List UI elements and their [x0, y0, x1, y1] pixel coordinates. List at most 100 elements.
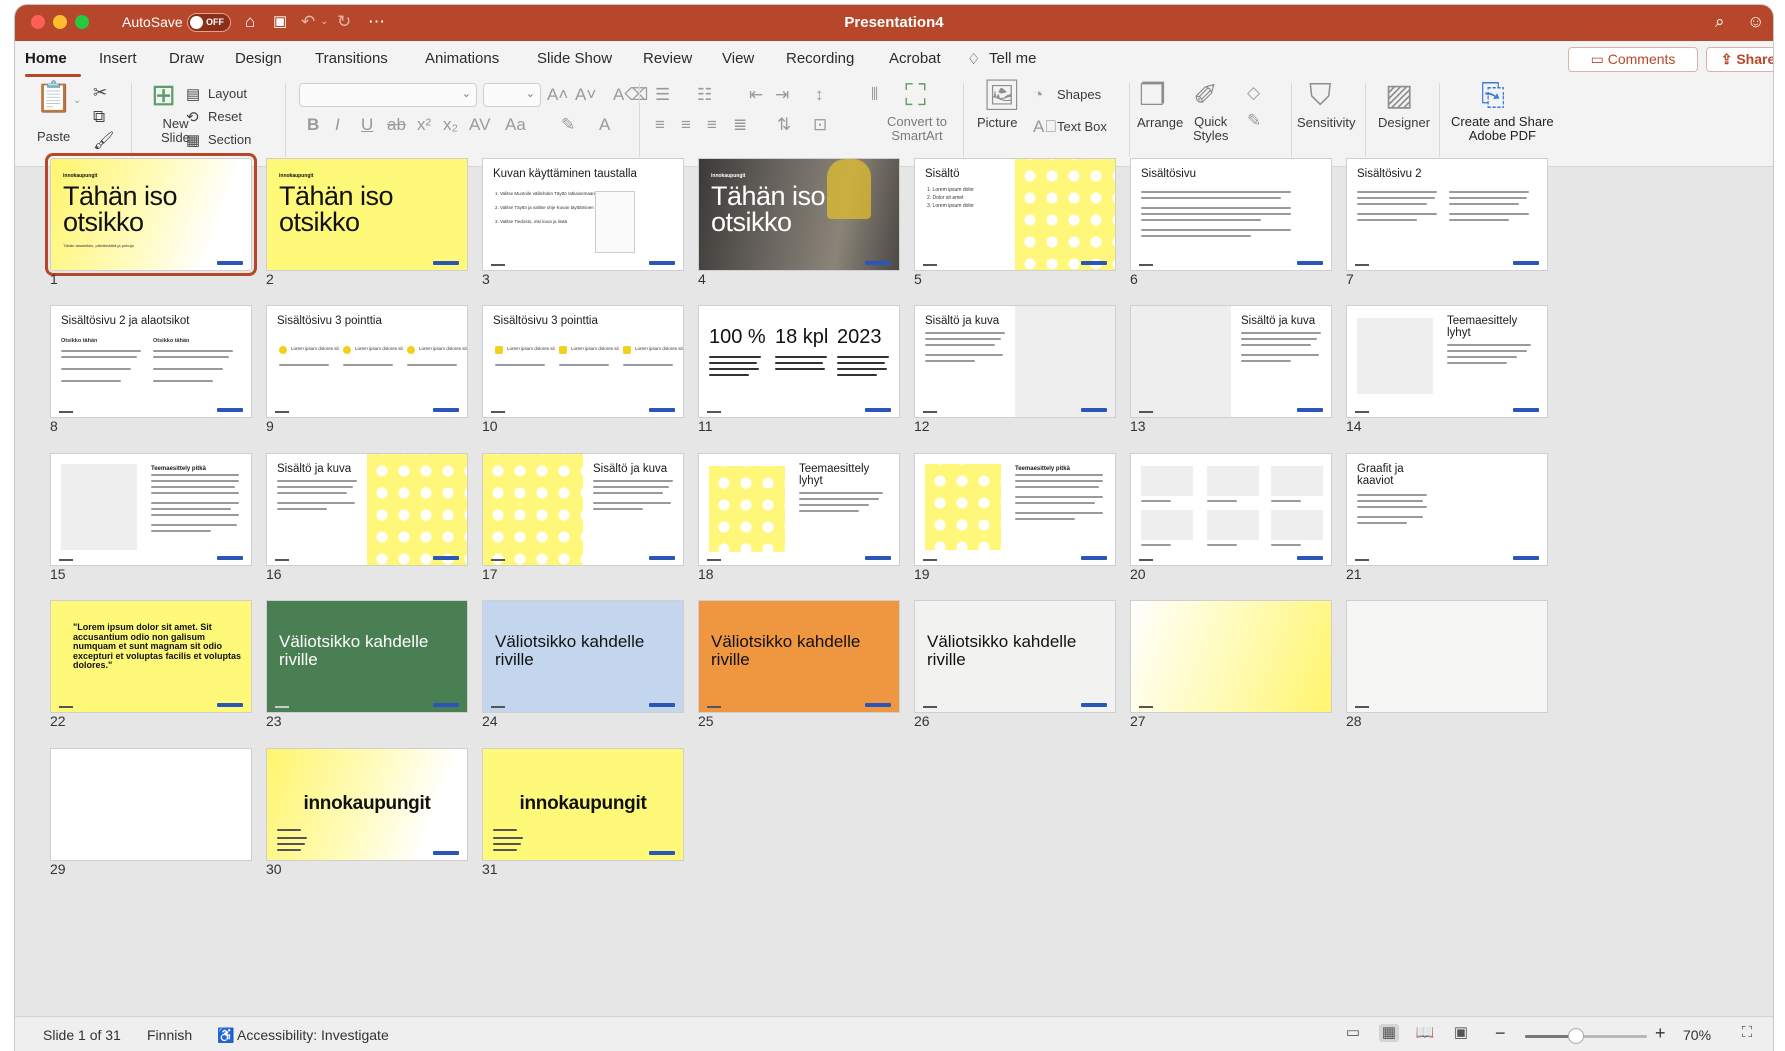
increase-font-icon[interactable]: A˄ [547, 85, 568, 105]
slideshow-view-icon[interactable]: ▣ [1451, 1024, 1471, 1042]
align-left-icon[interactable]: ≡ [655, 115, 665, 135]
slide-thumbnail-13[interactable]: Sisältö ja kuva [1130, 305, 1332, 418]
bullets-icon[interactable]: ☰ [655, 85, 670, 105]
columns-icon[interactable]: ⫴ [871, 85, 878, 105]
slide-sorter-view-icon[interactable]: ▦ [1379, 1024, 1399, 1042]
tab-slide-show[interactable]: Slide Show [537, 50, 612, 67]
designer-icon[interactable]: ▨ [1385, 79, 1413, 113]
tab-home[interactable]: Home [25, 50, 67, 67]
paste-dropdown-icon[interactable]: ⌄ [73, 91, 81, 111]
zoom-in-icon[interactable]: + [1655, 1023, 1666, 1044]
tab-review[interactable]: Review [643, 50, 692, 67]
text-direction-icon[interactable]: ⇅ [777, 115, 791, 135]
slide-thumbnail-28[interactable] [1346, 600, 1548, 713]
zoom-level[interactable]: 70% [1683, 1027, 1711, 1043]
tab-view[interactable]: View [722, 50, 754, 67]
slide-thumbnail-12[interactable]: Sisältö ja kuva [914, 305, 1116, 418]
justify-icon[interactable]: ≣ [733, 115, 747, 135]
slide-thumbnail-5[interactable]: Sisältö 1. Lorem ipsum dolor 2. Dolor si… [914, 158, 1116, 271]
language-indicator[interactable]: Finnish [147, 1027, 192, 1043]
shape-outline-icon[interactable]: ✎ [1247, 111, 1261, 131]
create-share-pdf-button[interactable]: Create and Share Adobe PDF [1451, 115, 1554, 143]
sensitivity-icon[interactable]: ⛉ [1309, 79, 1332, 113]
tell-me-search[interactable]: Tell me [989, 50, 1037, 67]
decrease-font-icon[interactable]: A˅ [575, 85, 596, 105]
slide-thumbnail-27[interactable] [1130, 600, 1332, 713]
designer-button[interactable]: Designer [1378, 115, 1430, 130]
create-pdf-icon[interactable]: ⎘ [1481, 79, 1505, 113]
shapes-icon[interactable]: ◔ [1033, 85, 1043, 105]
normal-view-icon[interactable]: ▭ [1343, 1024, 1363, 1042]
align-right-icon[interactable]: ≡ [707, 115, 717, 135]
format-painter-icon[interactable]: 🖌 [93, 131, 115, 151]
tab-design[interactable]: Design [235, 50, 282, 67]
font-color-icon[interactable]: A [599, 115, 610, 135]
tab-insert[interactable]: Insert [99, 50, 137, 67]
tab-recording[interactable]: Recording [786, 50, 854, 67]
share-button[interactable]: ⇪ Share [1706, 47, 1773, 72]
slide-thumbnail-19[interactable]: Teemaesittely pitkä [914, 453, 1116, 566]
arrange-icon[interactable]: ❐ [1139, 79, 1166, 113]
paste-icon[interactable]: 📋 [35, 81, 72, 115]
slide-thumbnail-30[interactable]: innokaupungit [266, 748, 468, 861]
quick-styles-icon[interactable]: ✐ [1193, 79, 1218, 113]
highlight-icon[interactable]: ✎ [561, 115, 575, 135]
slide-thumbnail-23[interactable]: Väliotsikko kahdelle riville [266, 600, 468, 713]
slide-thumbnail-1[interactable]: innokaupungit Tähän iso otsikko Tähän al… [45, 153, 257, 276]
cut-icon[interactable]: ✂ [93, 83, 107, 103]
slide-thumbnail-21[interactable]: Graafit ja kaaviot [1346, 453, 1548, 566]
picture-button[interactable]: Picture [977, 115, 1017, 130]
smartart-icon[interactable]: ⛶ [905, 79, 926, 113]
zoom-slider[interactable] [1525, 1028, 1647, 1044]
align-center-icon[interactable]: ≡ [681, 115, 691, 135]
shapes-button[interactable]: Shapes [1057, 87, 1101, 102]
slide-thumbnail-20[interactable] [1130, 453, 1332, 566]
slide-thumbnail-31[interactable]: innokaupungit [482, 748, 684, 861]
quick-styles-button[interactable]: Quick Styles [1193, 115, 1228, 143]
accessibility-status[interactable]: Accessibility: Investigate [237, 1027, 389, 1043]
profile-icon[interactable]: ☺ [1747, 12, 1764, 32]
clear-formatting-icon[interactable]: A⌫ [613, 85, 648, 105]
slide-thumbnail-16[interactable]: Sisältö ja kuva [266, 453, 468, 566]
italic-icon[interactable]: I [335, 115, 340, 135]
superscript-icon[interactable]: x² [417, 115, 431, 135]
decrease-indent-icon[interactable]: ⇤ [749, 85, 763, 105]
line-spacing-icon[interactable]: ↕ [815, 85, 824, 105]
zoom-out-icon[interactable]: − [1495, 1023, 1506, 1044]
strikethrough-icon[interactable]: ab [387, 115, 406, 135]
arrange-button[interactable]: Arrange [1137, 115, 1183, 130]
underline-icon[interactable]: U [361, 115, 373, 135]
layout-button[interactable]: Layout [208, 86, 247, 101]
subscript-icon[interactable]: x₂ [443, 115, 458, 135]
character-spacing-icon[interactable]: AV [469, 115, 490, 135]
reset-icon[interactable]: ⟲ [186, 108, 199, 128]
sensitivity-button[interactable]: Sensitivity [1297, 115, 1356, 130]
reading-view-icon[interactable]: 📖 [1415, 1024, 1435, 1042]
slide-thumbnail-7[interactable]: Sisältösivu 2 [1346, 158, 1548, 271]
slide-thumbnail-15[interactable]: Teemaesittely pitkä [50, 453, 252, 566]
slide-thumbnail-26[interactable]: Väliotsikko kahdelle riville [914, 600, 1116, 713]
slide-thumbnail-25[interactable]: Väliotsikko kahdelle riville [698, 600, 900, 713]
copy-icon[interactable]: ⧉ [93, 107, 105, 127]
text-box-icon[interactable]: A⃞ [1033, 117, 1057, 137]
align-text-icon[interactable]: ⊡ [813, 115, 827, 135]
text-box-button[interactable]: Text Box [1057, 119, 1107, 134]
slide-thumbnail-9[interactable]: Sisältösivu 3 pointtia Lorem ipsum dolor… [266, 305, 468, 418]
tab-transitions[interactable]: Transitions [315, 50, 388, 67]
slide-thumbnail-24[interactable]: Väliotsikko kahdelle riville [482, 600, 684, 713]
slide-thumbnail-14[interactable]: Teemaesittely lyhyt [1346, 305, 1548, 418]
fit-to-window-icon[interactable]: ⛶ [1737, 1024, 1757, 1042]
slide-thumbnail-29[interactable] [50, 748, 252, 861]
font-name-combo[interactable]: ⌄ [299, 83, 477, 107]
shape-fill-icon[interactable]: ◇ [1247, 83, 1260, 103]
slide-thumbnail-22[interactable]: "Lorem ipsum dolor sit amet. Sit accusan… [50, 600, 252, 713]
slide-thumbnail-17[interactable]: Sisältö ja kuva [482, 453, 684, 566]
change-case-icon[interactable]: Aa [505, 115, 526, 135]
slide-thumbnail-2[interactable]: innokaupungit Tähän iso otsikko [266, 158, 468, 271]
slide-thumbnail-4[interactable]: innokaupungit Tähän iso otsikko [698, 158, 900, 271]
new-slide-icon[interactable]: ⊞ [151, 79, 176, 113]
zoom-slider-thumb[interactable] [1568, 1028, 1585, 1044]
convert-smartart-button[interactable]: Convert to SmartArt [887, 115, 947, 143]
tab-animations[interactable]: Animations [425, 50, 499, 67]
tab-draw[interactable]: Draw [169, 50, 204, 67]
